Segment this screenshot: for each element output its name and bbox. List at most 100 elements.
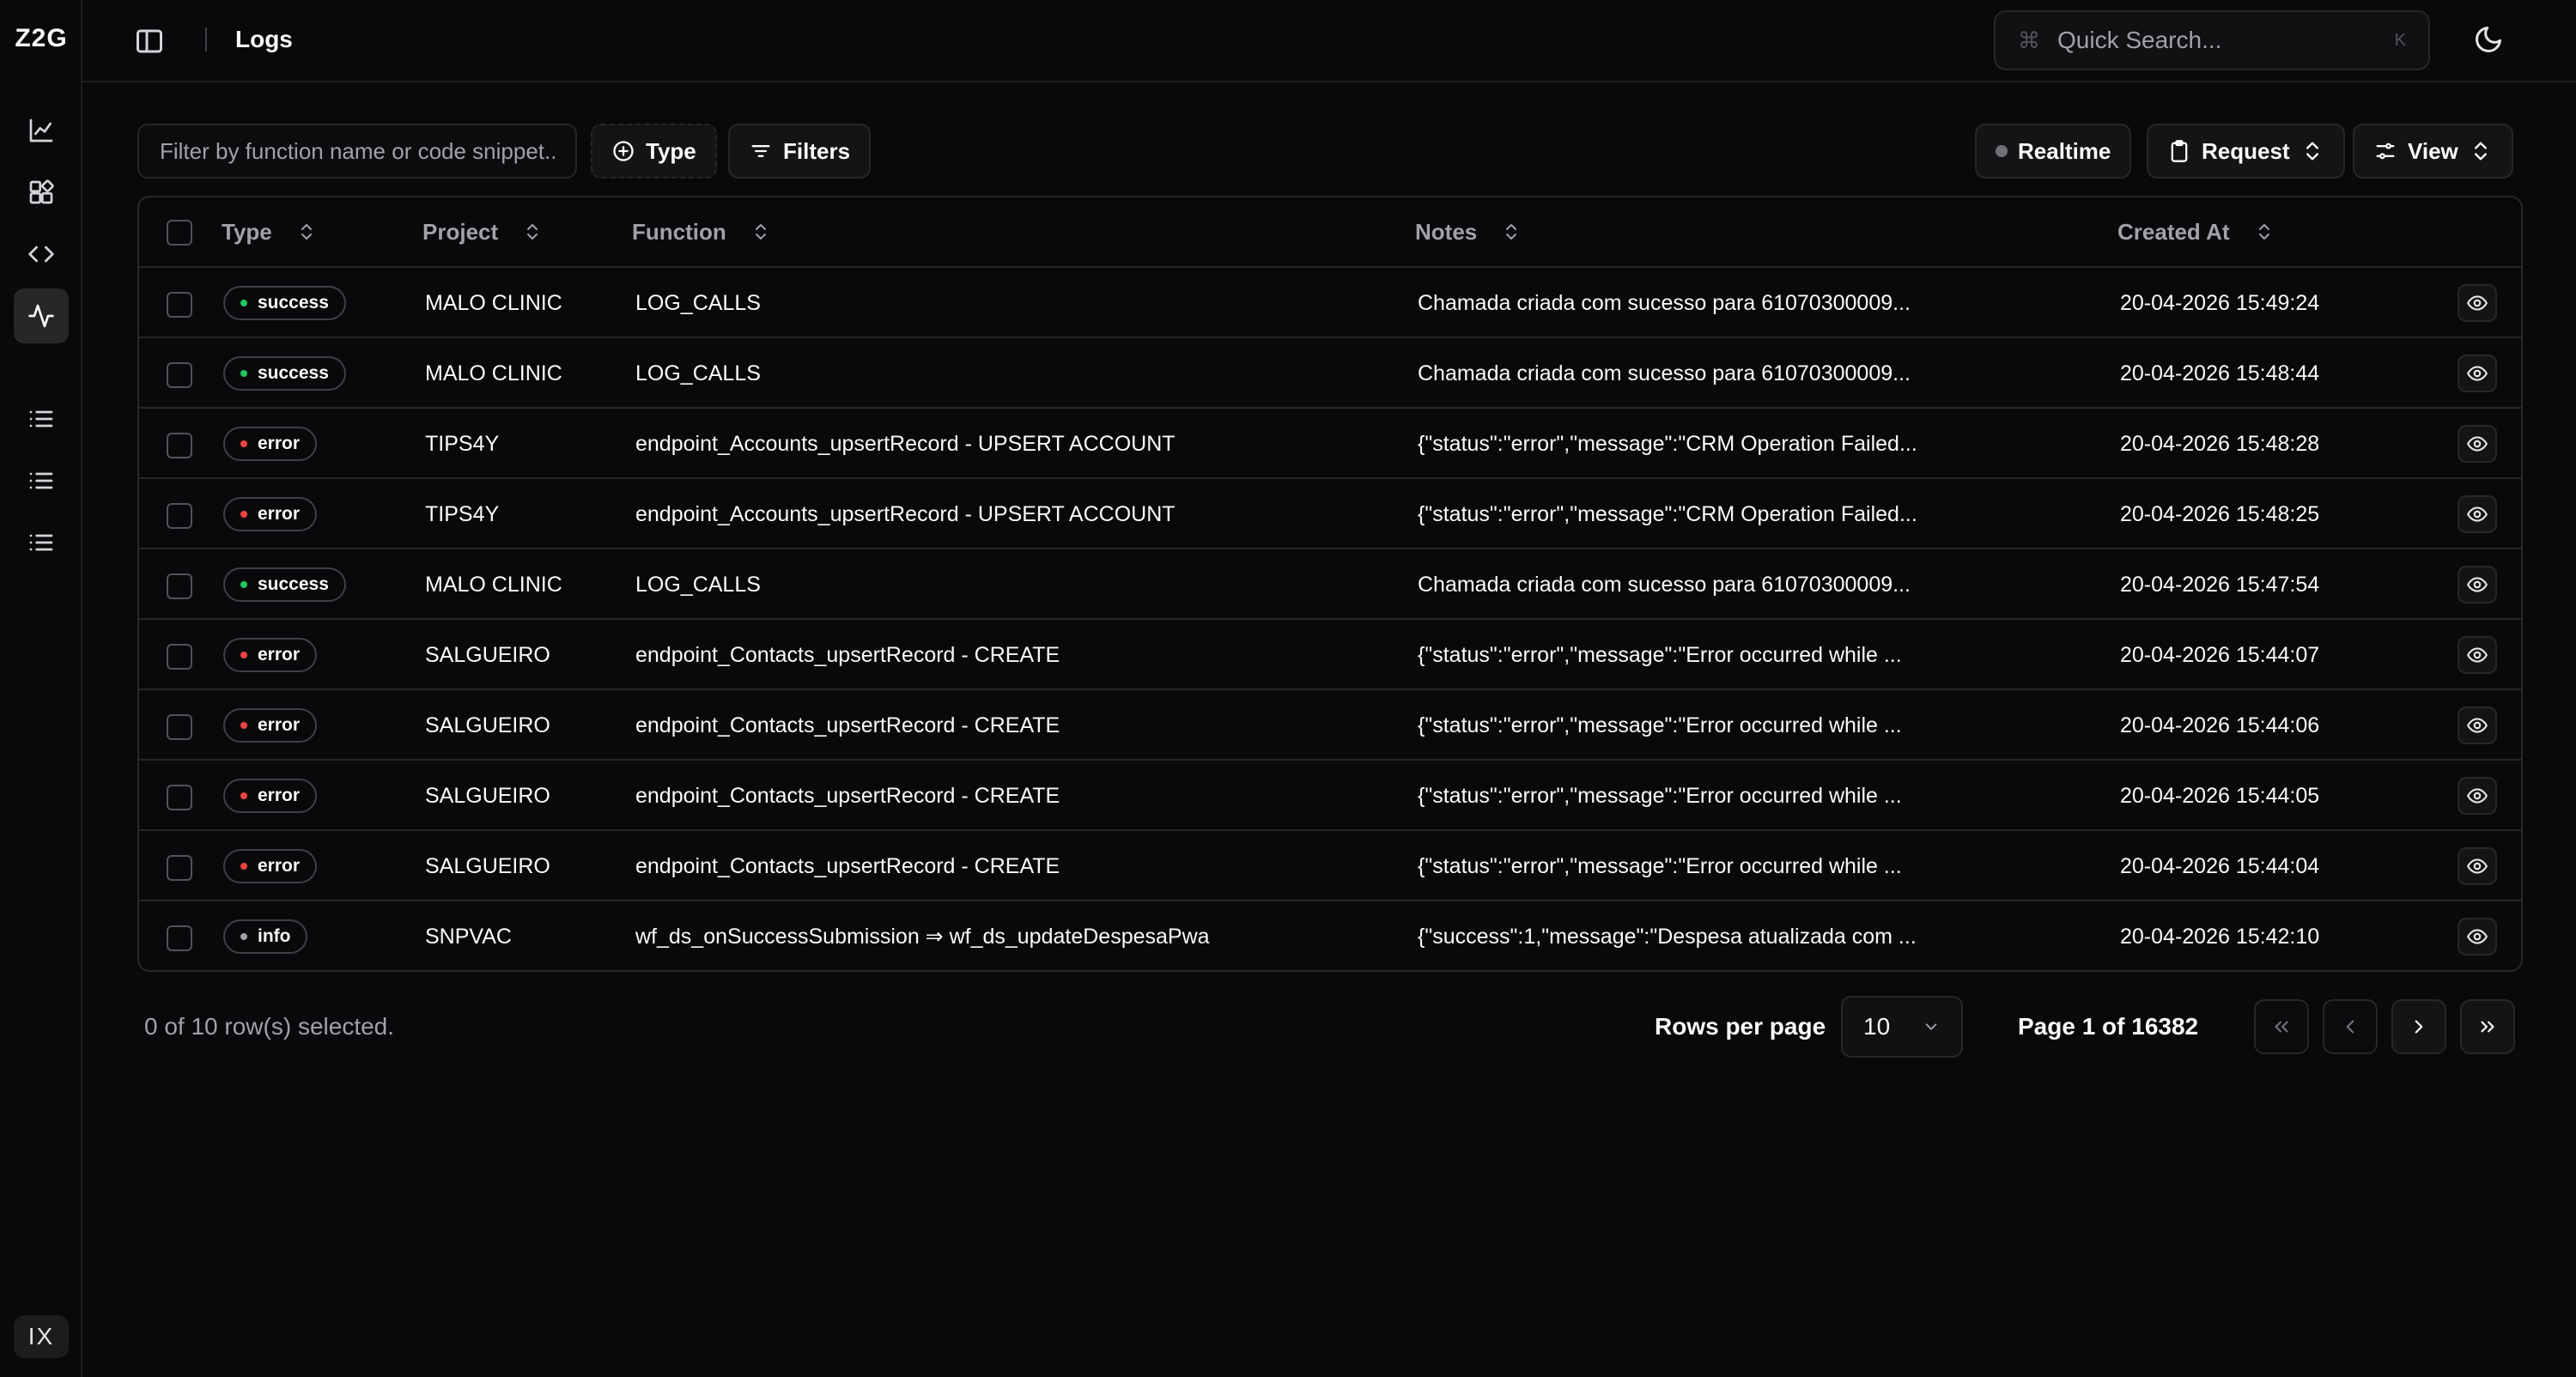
view-log-button[interactable] xyxy=(2458,425,2497,463)
view-log-button[interactable] xyxy=(2458,355,2497,392)
column-header-function[interactable]: Function xyxy=(632,197,769,266)
table-row[interactable]: success MALO CLINIC LOG_CALLS Chamada criad… xyxy=(139,338,2521,409)
header-divider xyxy=(205,27,207,52)
request-select[interactable]: Request xyxy=(2147,124,2345,179)
row-checkbox[interactable] xyxy=(167,855,192,881)
status-label: error xyxy=(258,434,301,453)
next-page-button[interactable] xyxy=(2391,999,2446,1054)
plus-circle-icon xyxy=(613,141,634,161)
type-filter-label: Type xyxy=(646,137,696,164)
row-checkbox[interactable] xyxy=(167,714,192,740)
table-row[interactable]: error SALGUEIRO endpoint_Contacts_upsertRe… xyxy=(139,761,2521,831)
last-page-button[interactable] xyxy=(2460,999,2515,1054)
view-label: View xyxy=(2408,137,2458,164)
table-row[interactable]: error SALGUEIRO endpoint_Contacts_upsertRe… xyxy=(139,690,2521,761)
realtime-status-dot xyxy=(1996,145,2008,157)
notes-cell: {"status":"error","message":"CRM Operati… xyxy=(1418,501,1917,526)
view-log-button[interactable] xyxy=(2458,284,2497,322)
status-label: error xyxy=(258,786,301,805)
view-log-button[interactable] xyxy=(2458,847,2497,885)
table-row[interactable]: error SALGUEIRO endpoint_Contacts_upsertRe… xyxy=(139,620,2521,690)
view-log-button[interactable] xyxy=(2458,495,2497,533)
sidebar-item-analytics[interactable] xyxy=(14,103,69,158)
sidebar-item-projects[interactable] xyxy=(14,165,69,220)
sidebar-item-logs[interactable] xyxy=(14,288,69,343)
function-cell: endpoint_Accounts_upsertRecord - UPSERT … xyxy=(635,431,1176,456)
chevron-left-icon xyxy=(2346,1020,2354,1034)
brand-logo[interactable]: Z2G xyxy=(0,24,82,53)
chevron-right-icon xyxy=(2415,1020,2423,1034)
project-cell: MALO CLINIC xyxy=(425,361,562,385)
notes-cell: {"status":"error","message":"Error occur… xyxy=(1418,853,1902,878)
status-label: error xyxy=(258,856,301,876)
sidebar: Z2G IX xyxy=(0,0,82,1377)
list-icon xyxy=(29,534,53,551)
view-log-button[interactable] xyxy=(2458,707,2497,744)
filter-input[interactable] xyxy=(137,124,577,179)
sidebar-item-code[interactable] xyxy=(14,227,69,282)
quick-search-placeholder: Quick Search... xyxy=(2057,27,2222,53)
first-page-button[interactable] xyxy=(2254,999,2309,1054)
row-checkbox[interactable] xyxy=(167,644,192,670)
function-cell: endpoint_Accounts_upsertRecord - UPSERT … xyxy=(635,501,1176,526)
table-row[interactable]: success MALO CLINIC LOG_CALLS Chamada criad… xyxy=(139,268,2521,338)
realtime-button[interactable]: Realtime xyxy=(1975,124,2132,179)
sort-icon xyxy=(301,224,312,240)
column-header-project[interactable]: Project xyxy=(422,197,541,266)
table-row[interactable]: error TIPS4Y endpoint_Accounts_upsertRecor… xyxy=(139,479,2521,549)
project-cell: SALGUEIRO xyxy=(425,783,550,808)
logs-toolbar: Type Filters Realtime Request View xyxy=(137,124,2523,179)
sidebar-item-list-2[interactable] xyxy=(14,453,69,508)
project-cell: SALGUEIRO xyxy=(425,642,550,667)
rows-per-page-select[interactable]: 10 xyxy=(1841,996,1963,1058)
user-menu-button[interactable]: IX xyxy=(14,1315,69,1358)
select-all-checkbox[interactable] xyxy=(167,220,192,246)
row-checkbox[interactable] xyxy=(167,503,192,529)
status-label: error xyxy=(258,504,301,524)
list-icon xyxy=(29,472,53,489)
function-cell: LOG_CALLS xyxy=(635,572,761,597)
previous-page-button[interactable] xyxy=(2323,999,2378,1054)
row-checkbox[interactable] xyxy=(167,925,192,951)
status-dot xyxy=(240,652,247,658)
type-cell: error xyxy=(223,761,318,831)
sidebar-item-list-3[interactable] xyxy=(14,515,69,570)
function-cell: endpoint_Contacts_upsertRecord - CREATE xyxy=(635,713,1060,737)
eye-icon xyxy=(2467,929,2488,944)
column-label: Function xyxy=(632,218,726,245)
column-header-created-at[interactable]: Created At xyxy=(2117,197,2273,266)
sidebar-toggle-icon[interactable] xyxy=(134,26,165,57)
table-row[interactable]: error TIPS4Y endpoint_Accounts_upsertRecor… xyxy=(139,409,2521,479)
sidebar-item-list-1[interactable] xyxy=(14,391,69,446)
status-badge: error xyxy=(223,427,318,461)
filters-button[interactable]: Filters xyxy=(728,124,872,179)
type-filter-button[interactable]: Type xyxy=(591,124,717,179)
activity-icon xyxy=(28,304,54,328)
quick-search-input[interactable]: ⌘ Quick Search... K xyxy=(1994,10,2430,70)
row-checkbox[interactable] xyxy=(167,433,192,458)
type-cell: error xyxy=(223,690,318,761)
column-header-notes[interactable]: Notes xyxy=(1415,197,1520,266)
moon-icon[interactable] xyxy=(2473,24,2504,55)
row-checkbox[interactable] xyxy=(167,362,192,388)
table-row[interactable]: success MALO CLINIC LOG_CALLS Chamada criad… xyxy=(139,549,2521,620)
table-row[interactable]: error SALGUEIRO endpoint_Contacts_upsertRe… xyxy=(139,831,2521,901)
function-cell: endpoint_Contacts_upsertRecord - CREATE xyxy=(635,642,1060,667)
realtime-label: Realtime xyxy=(2018,137,2111,164)
column-header-type[interactable]: Type xyxy=(222,197,315,266)
view-log-button[interactable] xyxy=(2458,636,2497,674)
status-dot xyxy=(240,792,247,799)
function-cell: endpoint_Contacts_upsertRecord - CREATE xyxy=(635,783,1060,808)
view-options-button[interactable]: View xyxy=(2353,124,2513,179)
created-at-cell: 20-04-2026 15:44:04 xyxy=(2120,853,2320,878)
table-row[interactable]: info SNPVAC wf_ds_onSuccessSubmission ⇒ wf… xyxy=(139,901,2521,970)
status-label: success xyxy=(258,363,329,383)
request-label: Request xyxy=(2202,137,2290,164)
view-log-button[interactable] xyxy=(2458,918,2497,955)
project-cell: MALO CLINIC xyxy=(425,290,562,315)
row-checkbox[interactable] xyxy=(167,785,192,810)
row-checkbox[interactable] xyxy=(167,573,192,599)
row-checkbox[interactable] xyxy=(167,292,192,318)
view-log-button[interactable] xyxy=(2458,777,2497,815)
view-log-button[interactable] xyxy=(2458,566,2497,604)
